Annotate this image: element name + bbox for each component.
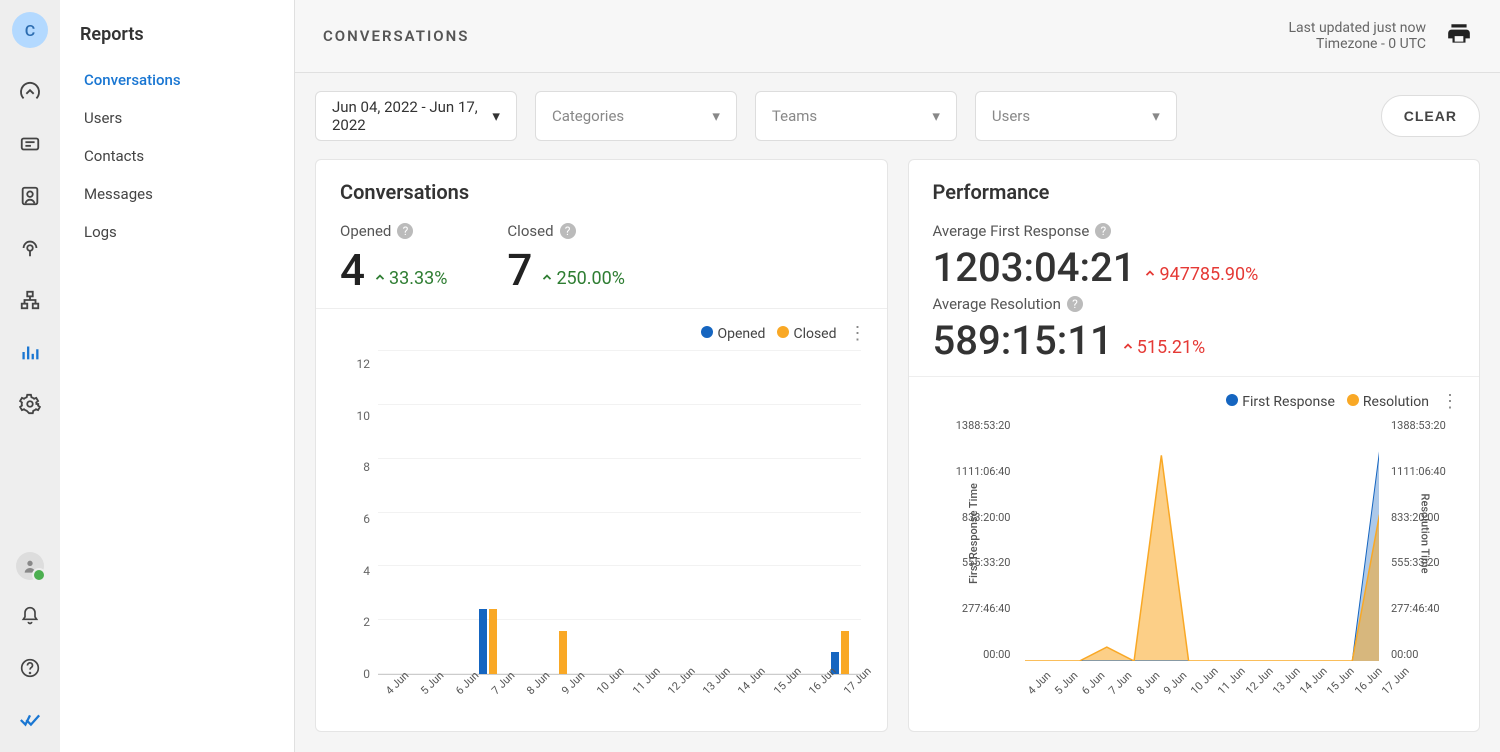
help-icon[interactable]: ? (1067, 296, 1083, 312)
sidebar-title: Reports (60, 24, 294, 61)
legend-opened: Opened (701, 326, 765, 342)
chevron-down-icon: ▾ (492, 107, 500, 125)
opened-value: 4 (340, 244, 365, 296)
afr-delta: 947785.90% (1143, 264, 1258, 285)
closed-delta: 250.00% (540, 268, 625, 289)
legend-resolution: Resolution (1347, 394, 1429, 410)
page-header: CONVERSATIONS Last updated just now Time… (295, 0, 1500, 73)
date-range-picker[interactable]: Jun 04, 2022 - Jun 17, 2022 ▾ (315, 91, 517, 141)
chart-menu-icon[interactable]: ⋮ (849, 325, 867, 343)
sidebar-item-contacts[interactable]: Contacts (60, 137, 294, 175)
contacts-icon[interactable] (10, 176, 50, 216)
conversations-title: Conversations (340, 180, 863, 204)
settings-icon[interactable] (10, 384, 50, 424)
sidebar-item-messages[interactable]: Messages (60, 175, 294, 213)
legend-first-response: First Response (1226, 394, 1335, 410)
workspace-avatar[interactable]: C (12, 12, 48, 48)
legend-closed: Closed (777, 326, 836, 342)
icon-rail: C (0, 0, 60, 752)
messages-icon[interactable] (10, 124, 50, 164)
sidebar-item-users[interactable]: Users (60, 99, 294, 137)
conversations-chart: 121086420 4 Jun5 Jun6 Jun7 Jun8 Jun9 Jun… (336, 351, 867, 715)
ar-delta: 515.21% (1121, 337, 1206, 358)
conversations-card: Conversations Opened? 4 33.33% Closed? (315, 159, 888, 732)
main-content: CONVERSATIONS Last updated just now Time… (295, 0, 1500, 752)
reports-icon[interactable] (10, 332, 50, 372)
chevron-down-icon: ▾ (1152, 107, 1160, 125)
dashboard-icon[interactable] (10, 72, 50, 112)
categories-filter[interactable]: Categories ▾ (535, 91, 737, 141)
timezone-text: Timezone - 0 UTC (1289, 36, 1426, 52)
chevron-down-icon: ▾ (932, 107, 940, 125)
print-icon[interactable] (1446, 21, 1472, 51)
notifications-icon[interactable] (10, 596, 50, 636)
brand-icon (10, 700, 50, 740)
afr-value: 1203:04:21 (933, 244, 1136, 291)
chart-menu-icon[interactable]: ⋮ (1441, 393, 1459, 411)
help-icon[interactable]: ? (560, 223, 576, 239)
performance-title: Performance (933, 180, 1456, 204)
sidebar-item-logs[interactable]: Logs (60, 213, 294, 251)
help-icon[interactable]: ? (1095, 223, 1111, 239)
workflow-icon[interactable] (10, 280, 50, 320)
current-user-avatar[interactable] (16, 552, 44, 580)
closed-value: 7 (507, 244, 532, 296)
help-icon[interactable]: ? (397, 223, 413, 239)
filter-bar: Jun 04, 2022 - Jun 17, 2022 ▾ Categories… (295, 73, 1500, 159)
help-icon[interactable] (10, 648, 50, 688)
last-updated-text: Last updated just now (1289, 20, 1426, 36)
opened-delta: 33.33% (373, 268, 447, 289)
broadcast-icon[interactable] (10, 228, 50, 268)
sidebar-item-conversations[interactable]: Conversations (60, 61, 294, 99)
clear-button[interactable]: CLEAR (1381, 95, 1480, 137)
reports-sidebar: Reports ConversationsUsersContactsMessag… (60, 0, 295, 752)
performance-chart: First Response Time 1388:53:201111:06:40… (929, 419, 1460, 715)
chevron-down-icon: ▾ (712, 107, 720, 125)
performance-card: Performance Average First Response? 1203… (908, 159, 1481, 732)
users-filter[interactable]: Users ▾ (975, 91, 1177, 141)
ar-value: 589:15:11 (933, 317, 1113, 364)
teams-filter[interactable]: Teams ▾ (755, 91, 957, 141)
page-title: CONVERSATIONS (323, 27, 469, 45)
